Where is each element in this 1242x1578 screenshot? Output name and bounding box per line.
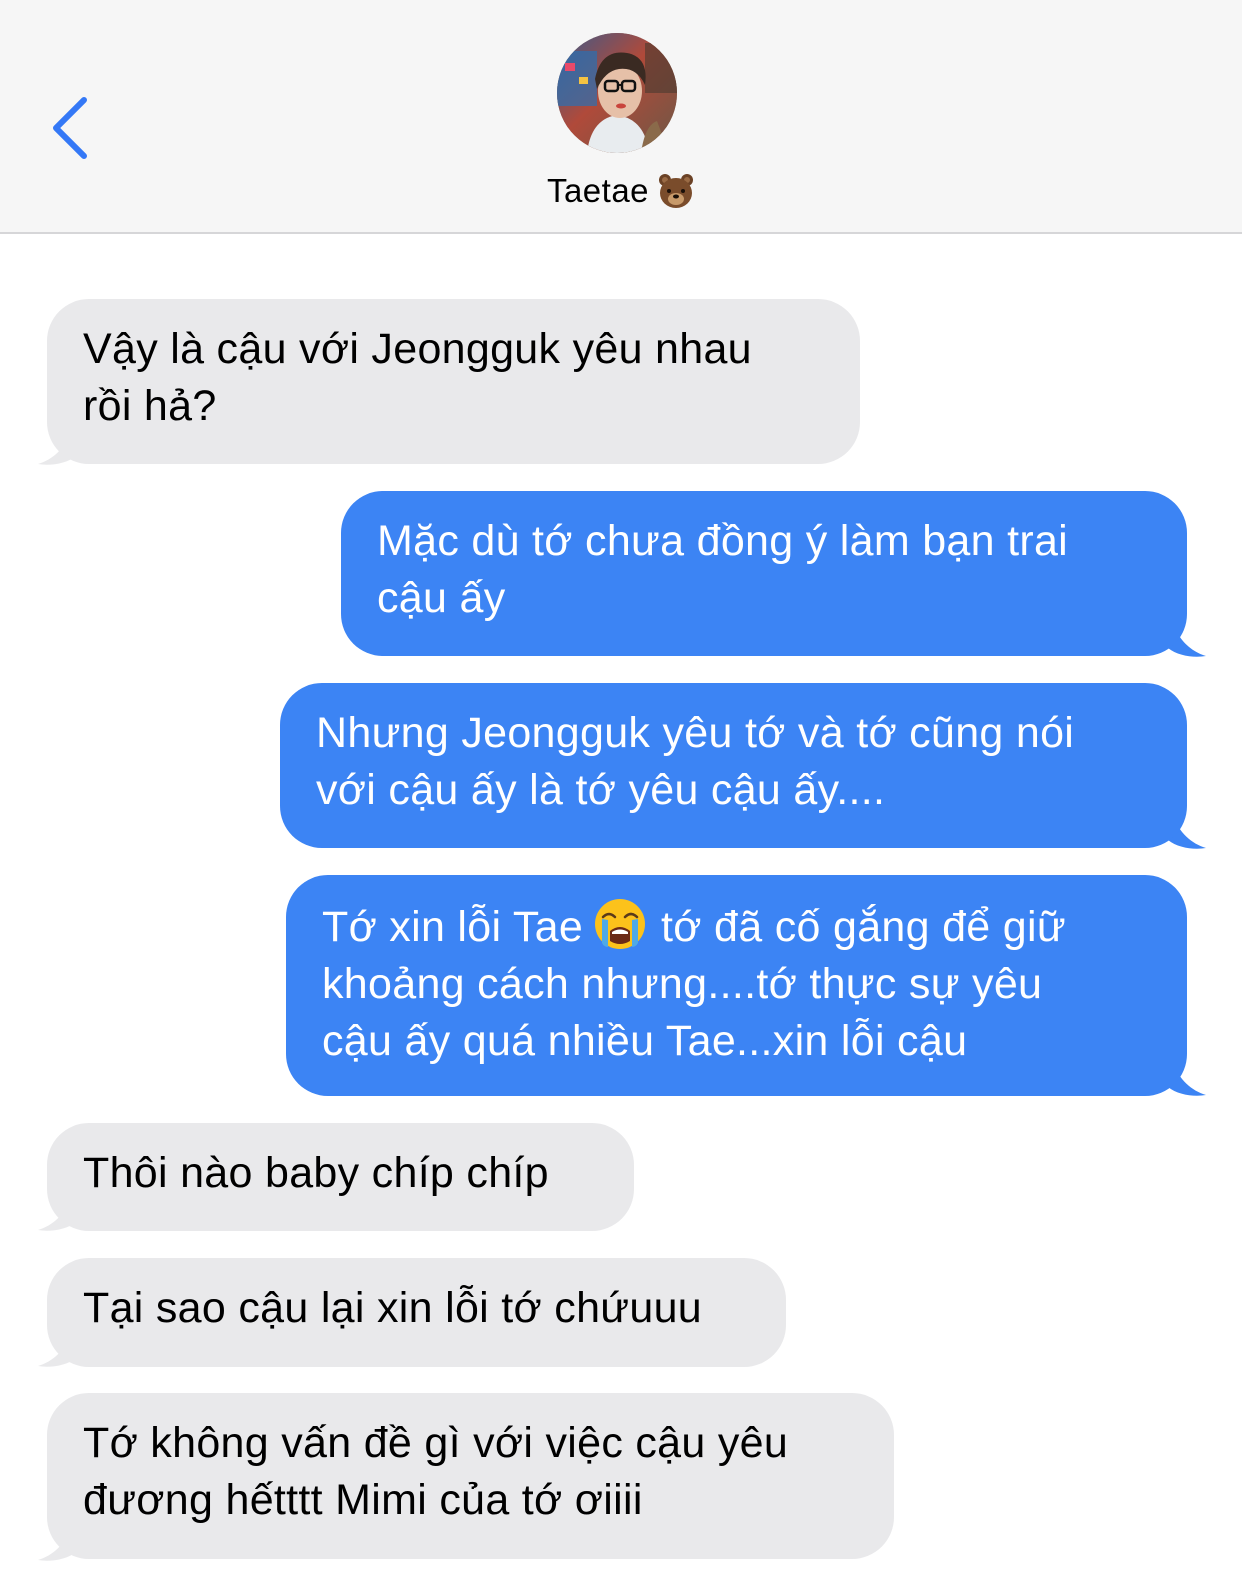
- message-bubble-incoming[interactable]: Tại sao cậu lại xin lỗi tớ chứuuu: [47, 1258, 786, 1367]
- conversation-header: Taetae: [0, 0, 1242, 234]
- message-bubble-outgoing[interactable]: Nhưng Jeongguk yêu tớ và tớ cũng nói với…: [280, 683, 1187, 848]
- avatar-photo: [557, 33, 677, 153]
- message-line: Tớ không vấn đề gì với việc cậu yêu: [83, 1419, 789, 1467]
- message-line: cậu ấy: [377, 574, 506, 622]
- message-line: khoảng cách nhưng....tớ thực sự yêu: [322, 960, 1043, 1008]
- contact-name[interactable]: Taetae: [0, 172, 1242, 210]
- message-line: Thôi nào baby chíp chíp: [83, 1149, 549, 1197]
- message-bubble-outgoing[interactable]: Tớ xin lỗi Tae tớ đã cố gắng để giữ khoả…: [286, 875, 1187, 1096]
- message-line: Nhưng Jeongguk yêu tớ và tớ cũng nói: [316, 709, 1075, 757]
- bear-face-emoji: [657, 172, 695, 210]
- message-text: tớ đã cố gắng để giữ: [661, 903, 1066, 951]
- message-line: cậu ấy quá nhiều Tae...xin lỗi cậu: [322, 1017, 968, 1065]
- message-bubble-incoming[interactable]: Tớ không vấn đề gì với việc cậu yêu đươn…: [47, 1393, 894, 1559]
- message-line: Vậy là cậu với Jeongguk yêu nhau: [83, 325, 752, 373]
- message-line: rồi hả?: [83, 382, 217, 430]
- chevron-left-icon: [53, 97, 87, 159]
- message-bubble-incoming[interactable]: Thôi nào baby chíp chíp: [47, 1123, 634, 1231]
- message-line: Tại sao cậu lại xin lỗi tớ chứuuu: [83, 1284, 703, 1332]
- contact-avatar[interactable]: [557, 33, 677, 153]
- message-line: Tớ xin lỗi Tae tớ đã cố gắng để giữ: [322, 897, 1151, 956]
- message-bubble-outgoing[interactable]: Mặc dù tớ chưa đồng ý làm bạn trai cậu ấ…: [341, 491, 1187, 656]
- message-text: Tớ xin lỗi Tae: [322, 903, 584, 951]
- message-line: đương hếtttt Mimi của tớ ơiiii: [83, 1476, 643, 1524]
- loudly-crying-face-emoji: [593, 897, 647, 951]
- message-line: với cậu ấy là tớ yêu cậu ấy....: [316, 766, 886, 814]
- contact-name-text: Taetae: [546, 172, 650, 209]
- message-bubble-incoming[interactable]: Vậy là cậu với Jeongguk yêu nhau rồi hả?: [47, 299, 860, 464]
- message-line: Mặc dù tớ chưa đồng ý làm bạn trai: [377, 517, 1069, 565]
- back-button[interactable]: [44, 88, 104, 168]
